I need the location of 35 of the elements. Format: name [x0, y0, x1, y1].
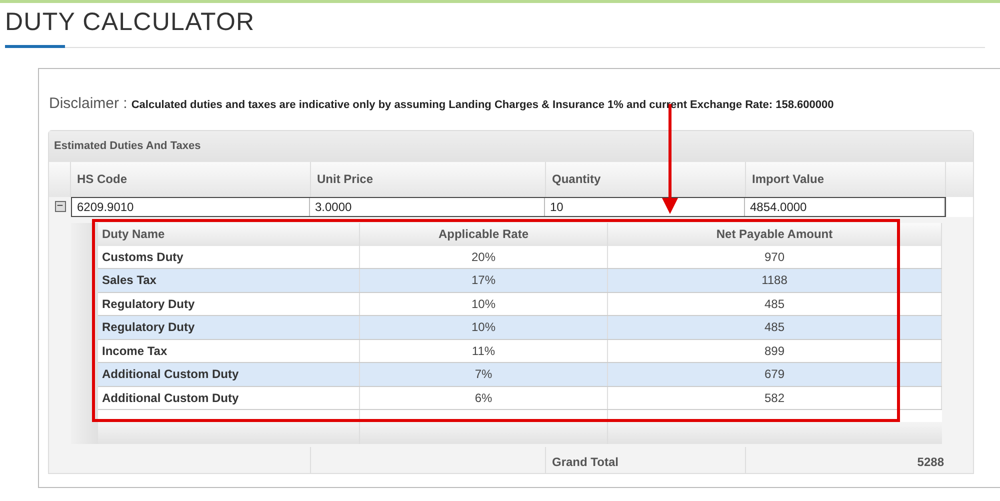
- disclaimer-label: Disclaimer :: [49, 94, 128, 114]
- table-cell: 679: [608, 363, 942, 386]
- table-cell: 10%: [360, 292, 608, 315]
- table-cell: 4854.0000: [745, 198, 945, 216]
- table-cell: Additional Custom Duty: [98, 386, 360, 409]
- table-cell: 899: [608, 340, 942, 362]
- column-header: Import Value: [746, 162, 946, 196]
- table-cell: 6%: [360, 386, 608, 409]
- column-header: Unit Price: [311, 162, 546, 196]
- table-cell: 20%: [360, 246, 608, 268]
- table-cell: Additional Custom Duty: [98, 363, 360, 386]
- table-cell: 17%: [360, 269, 608, 292]
- collapse-toggle[interactable]: −: [54, 201, 66, 212]
- table-cell: Regulatory Duty: [98, 292, 360, 315]
- table-cell: 582: [608, 386, 942, 409]
- page-title: DUTY CALCULATOR: [5, 7, 256, 37]
- table-cell: Sales Tax: [98, 269, 360, 292]
- table-cell: 485: [608, 292, 942, 315]
- panel-title: Estimated Duties And Taxes: [49, 130, 973, 162]
- disclaimer-text: Calculated duties and taxes are indicative only by assuming Landing Charges & Insurance 1% and current Exchange Rate: 158.600000: [131, 98, 834, 113]
- table-cell: 10%: [360, 316, 608, 338]
- table-cell: 7%: [360, 363, 608, 386]
- table-cell: 1188: [608, 269, 942, 292]
- column-header: Quantity: [546, 162, 746, 196]
- table-cell: 6209.9010: [72, 198, 310, 216]
- column-header: HS Code: [71, 162, 311, 196]
- table-cell: 11%: [360, 340, 608, 362]
- table-cell: Regulatory Duty: [98, 316, 360, 338]
- table-cell: Income Tax: [98, 340, 360, 362]
- grand-total-value: 5288: [916, 454, 945, 471]
- table-cell: 970: [608, 246, 942, 268]
- table-cell: 3.0000: [310, 198, 545, 216]
- grand-total-label: Grand Total: [546, 447, 746, 473]
- table-cell: 485: [608, 316, 942, 338]
- table-cell: Customs Duty: [98, 246, 360, 268]
